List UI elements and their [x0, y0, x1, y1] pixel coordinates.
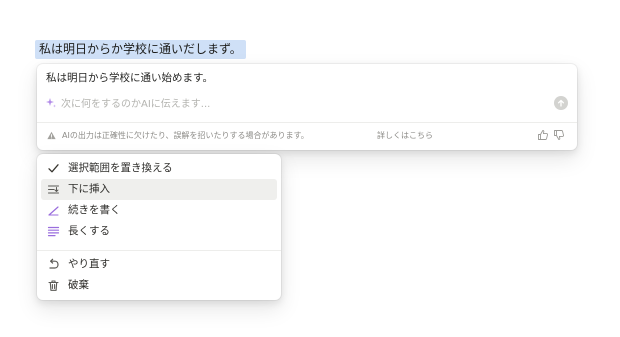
pen-icon [48, 206, 59, 216]
menu-item-retry[interactable]: やり直す [41, 254, 277, 275]
send-button[interactable] [554, 96, 568, 110]
menu-item-label: 破棄 [68, 279, 89, 291]
retry-icon [49, 258, 59, 269]
thumbs-down-icon[interactable] [553, 129, 565, 141]
lines-icon [47, 226, 60, 237]
ai-prompt-input[interactable] [61, 95, 541, 113]
menu-item-discard[interactable]: 破棄 [41, 275, 277, 296]
menu-item-replace-selection[interactable]: 選択範囲を置き換える [41, 158, 277, 179]
warning-triangle-icon [47, 131, 56, 140]
learn-more-link[interactable]: 詳しくはこちら [377, 129, 433, 142]
trash-icon [48, 280, 59, 291]
ai-input-row [37, 92, 577, 118]
thumbs-up-icon[interactable] [537, 129, 549, 141]
arrow-up-icon [557, 99, 565, 107]
menu-item-label: 選択範囲を置き換える [68, 162, 173, 174]
menu-item-continue-writing[interactable]: 続きを書く [41, 200, 277, 221]
menu-item-label: やり直す [68, 258, 110, 270]
disclaimer-text: AIの出力は正確性に欠けたり、誤解を招いたりする場合があります。 [62, 131, 309, 140]
ai-panel: 私は明日から学校に通い始めます。 AIの出力は正確性に欠けたり、誤解を招いたりす… [37, 64, 577, 150]
ai-footer: AIの出力は正確性に欠けたり、誤解を招いたりする場合があります。 詳しくはこちら [37, 123, 577, 150]
page: 私は明日からか学校に通いだしまず。 私は明日から学校に通い始めます。 AIの出力 [0, 0, 620, 337]
sparkle-icon [46, 98, 56, 108]
selected-text[interactable]: 私は明日からか学校に通いだしまず。 [35, 40, 246, 59]
menu-item-make-longer[interactable]: 長くする [41, 221, 277, 242]
menu-item-label: 続きを書く [68, 204, 121, 216]
menu-item-label: 下に挿入 [68, 183, 110, 195]
check-icon [48, 164, 59, 173]
menu-item-label: 長くする [68, 225, 110, 237]
insert-below-icon [47, 185, 60, 194]
ai-result-text: 私は明日から学校に通い始めます。 [46, 72, 213, 84]
menu-divider [37, 250, 281, 251]
menu-item-insert-below[interactable]: 下に挿入 [41, 179, 277, 200]
ai-action-menu: 選択範囲を置き換える 下に挿入 続きを書く 長くする やり直す 破棄 [37, 154, 281, 300]
